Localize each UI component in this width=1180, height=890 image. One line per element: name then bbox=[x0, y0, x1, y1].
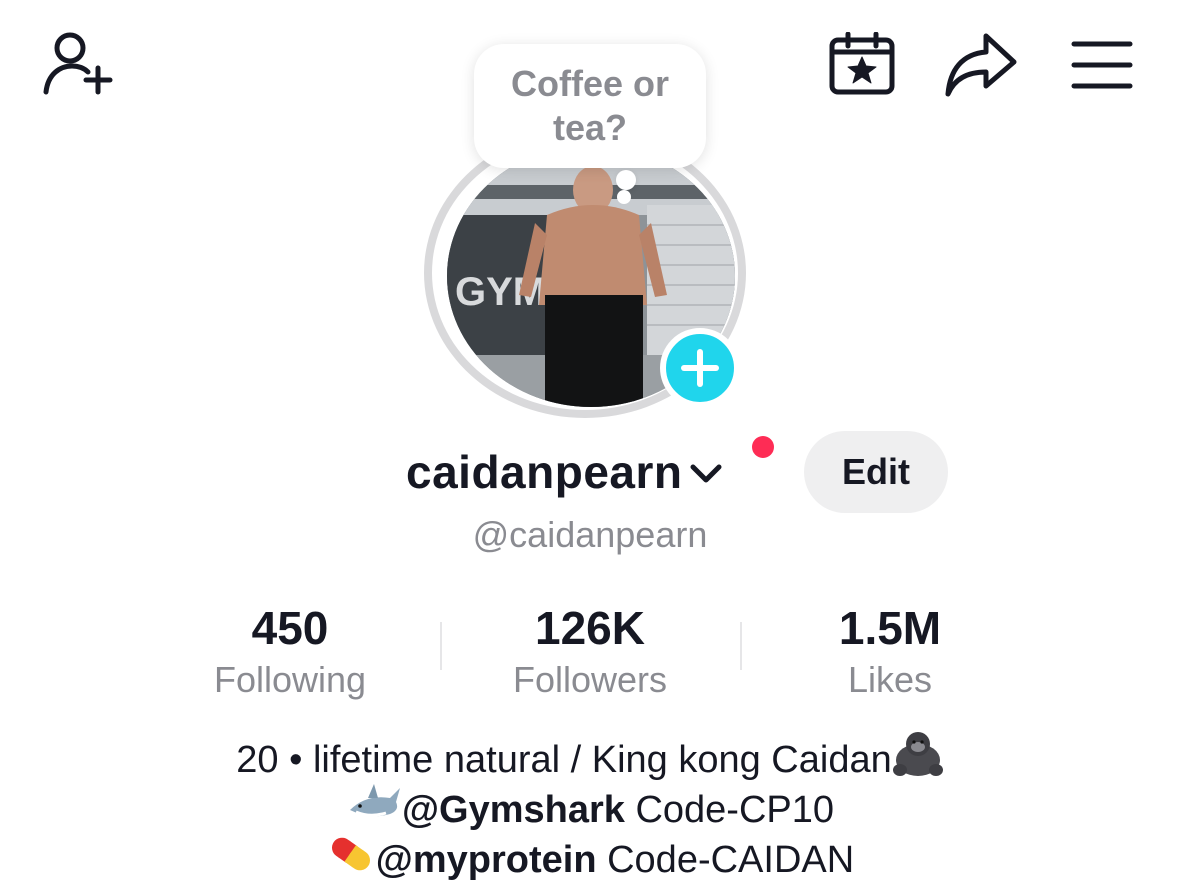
add-friend-icon[interactable] bbox=[40, 30, 116, 100]
pill-icon bbox=[326, 830, 376, 890]
gymshark-mention-link[interactable]: @Gymshark bbox=[402, 789, 625, 831]
note-bubble[interactable]: Coffee or tea? bbox=[474, 44, 706, 168]
chevron-down-icon[interactable] bbox=[689, 462, 723, 491]
bio-line-3: @myprotein Code-CAIDAN bbox=[0, 830, 1180, 890]
notification-dot bbox=[752, 436, 774, 458]
stat-following[interactable]: 450 Following bbox=[140, 600, 440, 704]
myprotein-mention-link[interactable]: @myprotein bbox=[376, 839, 597, 881]
username: caidanpearn bbox=[406, 446, 683, 498]
menu-icon[interactable] bbox=[1070, 38, 1134, 92]
bio-text: 20 • lifetime natural / King kong Caidan bbox=[236, 739, 892, 781]
edit-profile-button[interactable]: Edit bbox=[804, 431, 948, 513]
username-row[interactable]: caidanpearn bbox=[406, 440, 723, 504]
gymshark-code-text: Code-CP10 bbox=[624, 789, 835, 831]
note-bubble-tail bbox=[616, 170, 636, 190]
stat-value: 126K bbox=[535, 602, 645, 654]
calendar-star-icon[interactable] bbox=[828, 32, 896, 96]
stat-value: 1.5M bbox=[838, 602, 942, 654]
share-icon[interactable] bbox=[944, 32, 1018, 98]
stat-followers[interactable]: 126K Followers bbox=[440, 600, 740, 704]
add-avatar-button[interactable] bbox=[660, 328, 740, 408]
note-line-1: Coffee or bbox=[510, 63, 669, 104]
stat-label: Following bbox=[213, 659, 367, 700]
note-bubble-tail-dot bbox=[617, 190, 631, 204]
stat-label: Followers bbox=[512, 659, 668, 700]
note-line-2: tea? bbox=[552, 107, 628, 148]
stat-label: Likes bbox=[847, 659, 933, 700]
myprotein-code-text: Code-CAIDAN bbox=[596, 839, 855, 881]
user-handle: @caidanpearn bbox=[472, 514, 708, 555]
stat-likes[interactable]: 1.5M Likes bbox=[740, 600, 1040, 704]
stat-value: 450 bbox=[251, 602, 329, 654]
